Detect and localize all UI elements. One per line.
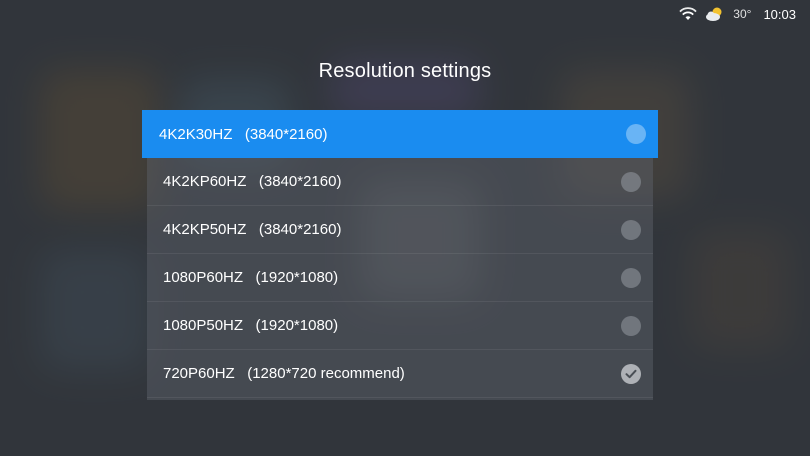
resolution-option-4k2kp50hz[interactable]: 4K2KP50HZ (3840*2160) [147, 206, 653, 254]
resolution-option-4k2k30hz[interactable]: 4K2K30HZ (3840*2160) [142, 110, 658, 158]
partly-cloudy-icon [705, 6, 725, 22]
option-label: 4K2KP60HZ (3840*2160) [163, 173, 342, 190]
wifi-icon [679, 7, 697, 21]
dialog-title: Resolution settings [318, 60, 492, 82]
radio-button[interactable] [621, 268, 641, 288]
status-bar: 30° 10:03 [679, 6, 796, 22]
checkmark-icon [625, 369, 637, 379]
resolution-settings-screen: 30° 10:03 Resolution settings 4K2K30HZ (… [0, 0, 810, 456]
clock: 10:03 [763, 6, 796, 22]
radio-button[interactable] [626, 124, 646, 144]
resolution-option-4k2kp60hz[interactable]: 4K2KP60HZ (3840*2160) [147, 158, 653, 206]
radio-button[interactable] [621, 220, 641, 240]
option-label: 4K2KP50HZ (3840*2160) [163, 221, 342, 238]
checked-radio-button[interactable] [621, 364, 641, 384]
option-label: 4K2K30HZ (3840*2160) [159, 125, 328, 143]
option-label: 720P60HZ (1280*720 recommend) [163, 365, 405, 382]
temperature-label: 30° [733, 7, 752, 21]
resolution-list: 4K2K30HZ (3840*2160) 4K2KP60HZ (3840*216… [142, 110, 658, 400]
resolution-option-1080p60hz[interactable]: 1080P60HZ (1920*1080) [147, 254, 653, 302]
option-label: 1080P60HZ (1920*1080) [163, 269, 339, 286]
resolution-option-1080p50hz[interactable]: 1080P50HZ (1920*1080) [147, 302, 653, 350]
radio-button[interactable] [621, 172, 641, 192]
radio-button[interactable] [621, 316, 641, 336]
resolution-option-720p60hz[interactable]: 720P60HZ (1280*720 recommend) [147, 350, 653, 398]
option-label: 1080P50HZ (1920*1080) [163, 317, 339, 334]
